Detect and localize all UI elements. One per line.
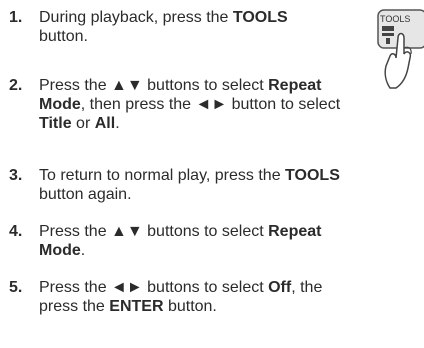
- step-line: Press the ◄► buttons to select Off, the: [39, 278, 322, 297]
- step-text: Press the ▲▼ buttons to select Repeat Mod…: [39, 222, 321, 260]
- step-text: Press the ▲▼ buttons to select Repeat Mod…: [39, 76, 340, 133]
- text-run: Press the ▲▼ buttons to select: [39, 223, 269, 240]
- text-run: , then press the ◄► button to select: [80, 96, 341, 113]
- step-line: Press the ▲▼ buttons to select Repeat: [39, 76, 340, 95]
- bold-term: Repeat: [268, 223, 322, 240]
- bold-term: Off: [268, 279, 292, 296]
- bold-term: All: [94, 115, 116, 132]
- tools-label: TOOLS: [380, 14, 410, 24]
- step-line: To return to normal play, press the TOOL…: [39, 166, 340, 185]
- bold-term: Mode: [39, 96, 81, 113]
- step-number: 5.: [9, 279, 23, 296]
- step-number: 3.: [9, 167, 23, 184]
- bold-term: ENTER: [109, 298, 164, 315]
- step-line: Mode.: [39, 241, 321, 260]
- text-run: .: [115, 115, 120, 132]
- text-run: .: [80, 242, 86, 259]
- bold-term: Repeat: [268, 77, 322, 94]
- step-number: 4.: [9, 223, 23, 240]
- step-text: To return to normal play, press the TOOL…: [39, 166, 340, 204]
- step-number: 1.: [9, 9, 23, 26]
- text-run: During playback, press the: [39, 9, 233, 26]
- step-line: button.: [39, 27, 288, 46]
- bold-term: TOOLS: [232, 9, 288, 26]
- step-text: During playback, press the TOOLS button.: [39, 8, 288, 46]
- bold-term: Mode: [39, 242, 81, 259]
- text-run: press the: [39, 298, 110, 315]
- step-line: Press the ▲▼ buttons to select Repeat: [39, 222, 321, 241]
- step-line: During playback, press the TOOLS: [39, 8, 288, 27]
- step-line: Title or All.: [39, 114, 340, 133]
- remote-tools-button-icon: TOOLS: [377, 9, 424, 89]
- text-run: button again.: [39, 186, 132, 203]
- bold-term: Title: [39, 115, 72, 132]
- text-run: Press the ▲▼ buttons to select: [39, 77, 269, 94]
- text-run: or: [71, 115, 95, 132]
- text-run: To return to normal play, press the: [39, 167, 286, 184]
- bold-term: TOOLS: [285, 167, 340, 184]
- text-run: Press the ◄► buttons to select: [39, 279, 269, 296]
- step-text: Press the ◄► buttons to select Off, the p…: [39, 278, 322, 316]
- step-number: 2.: [9, 77, 23, 94]
- text-run: button.: [39, 28, 88, 45]
- step-line: press the ENTER button.: [39, 297, 322, 316]
- text-run: , the: [291, 279, 323, 296]
- step-line: Mode, then press the ◄► button to select: [39, 95, 340, 114]
- text-run: button.: [163, 298, 217, 315]
- step-line: button again.: [39, 185, 340, 204]
